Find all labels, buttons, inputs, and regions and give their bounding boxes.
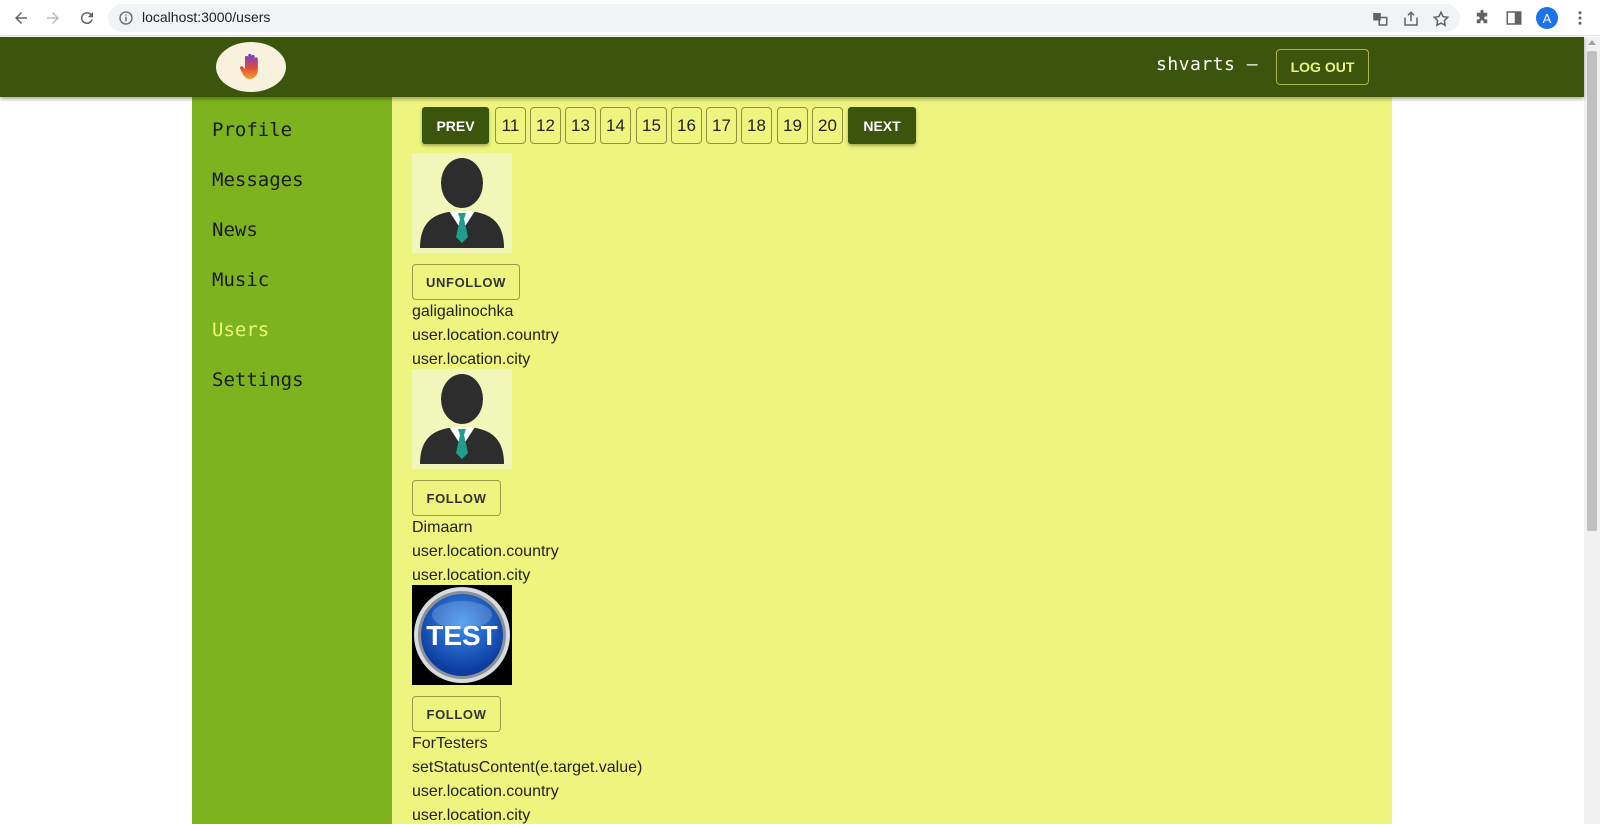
page-button[interactable]: 11 bbox=[495, 107, 526, 144]
browser-toolbar: localhost:3000/users A bbox=[0, 0, 1600, 36]
page-button[interactable]: 17 bbox=[706, 107, 737, 144]
page-button[interactable]: 13 bbox=[565, 107, 596, 144]
hand-icon bbox=[239, 53, 258, 79]
prev-page-button[interactable]: PREV bbox=[422, 107, 489, 144]
page-button[interactable]: 16 bbox=[671, 107, 702, 144]
follow-button[interactable]: FOLLOW bbox=[412, 480, 501, 516]
user-card: UNFOLLOW galigalinochka user.location.co… bbox=[412, 153, 559, 372]
scrollbar-thumb[interactable] bbox=[1587, 51, 1597, 531]
page-button[interactable]: 12 bbox=[530, 107, 561, 144]
user-country: user.location.country bbox=[412, 327, 559, 344]
info-icon[interactable] bbox=[118, 10, 134, 26]
address-bar[interactable]: localhost:3000/users bbox=[108, 4, 1460, 32]
side-panel-icon bbox=[1506, 11, 1522, 25]
back-button[interactable] bbox=[10, 7, 32, 29]
profile-avatar[interactable]: A bbox=[1536, 7, 1558, 29]
badge-text: TEST bbox=[426, 620, 498, 651]
next-page-button[interactable]: NEXT bbox=[848, 107, 916, 144]
reload-icon bbox=[80, 12, 93, 25]
user-card: FOLLOW Dimaarn user.location.country use… bbox=[412, 369, 559, 588]
translate-icon[interactable] bbox=[1371, 10, 1389, 28]
menu-button[interactable] bbox=[1570, 8, 1590, 28]
kebab-menu-icon bbox=[1578, 11, 1582, 25]
user-status: setStatusContent(e.target.value) bbox=[412, 759, 643, 776]
users-content: PREV 11 12 13 14 15 16 17 18 19 20 NEXT … bbox=[392, 97, 1392, 824]
user-name: ForTesters bbox=[412, 735, 488, 752]
user-country: user.location.country bbox=[412, 543, 559, 560]
follow-button[interactable]: FOLLOW bbox=[412, 696, 501, 732]
test-badge-image: TEST bbox=[414, 587, 510, 683]
forward-button[interactable] bbox=[42, 7, 64, 29]
page-button[interactable]: 14 bbox=[600, 107, 631, 144]
extensions-button[interactable] bbox=[1472, 8, 1492, 28]
star-icon[interactable] bbox=[1432, 10, 1450, 28]
user-name: Dimaarn bbox=[412, 519, 473, 536]
user-avatar[interactable] bbox=[412, 369, 512, 469]
user-country: user.location.country bbox=[412, 783, 559, 800]
page-button[interactable]: 15 bbox=[636, 107, 667, 144]
reload-button[interactable] bbox=[76, 7, 98, 29]
user-card: TEST FOLLOW ForTesters setStatusContent(… bbox=[412, 585, 642, 828]
logo[interactable] bbox=[216, 42, 286, 92]
user-avatar[interactable] bbox=[412, 153, 512, 253]
app-header: shvarts – LOG OUT bbox=[0, 37, 1584, 97]
user-city: user.location.city bbox=[412, 807, 531, 824]
side-panel-button[interactable] bbox=[1504, 8, 1524, 28]
page-button[interactable]: 20 bbox=[812, 107, 843, 144]
sidebar-item-music[interactable]: Music bbox=[212, 269, 269, 291]
user-avatar[interactable]: TEST bbox=[412, 585, 512, 685]
sidebar-item-news[interactable]: News bbox=[212, 219, 258, 241]
default-avatar-icon bbox=[420, 158, 504, 248]
page-scrollbar[interactable] bbox=[1584, 37, 1600, 824]
user-name: galigalinochka bbox=[412, 303, 514, 320]
arrow-right-icon bbox=[47, 12, 59, 24]
logout-button[interactable]: LOG OUT bbox=[1276, 49, 1369, 85]
page-button[interactable]: 18 bbox=[741, 107, 772, 144]
arrow-left-icon bbox=[15, 12, 27, 24]
url-text: localhost:3000/users bbox=[142, 9, 271, 25]
sidebar-nav: Profile Messages News Music Users Settin… bbox=[192, 97, 392, 824]
page-button[interactable]: 19 bbox=[777, 107, 808, 144]
default-avatar-icon bbox=[420, 374, 504, 464]
sidebar-item-messages[interactable]: Messages bbox=[212, 169, 304, 191]
puzzle-icon bbox=[1476, 9, 1488, 24]
sidebar-item-profile[interactable]: Profile bbox=[212, 119, 292, 141]
share-icon[interactable] bbox=[1402, 10, 1420, 28]
sidebar-item-settings[interactable]: Settings bbox=[212, 369, 304, 391]
sidebar-item-users[interactable]: Users bbox=[212, 319, 269, 341]
unfollow-button[interactable]: UNFOLLOW bbox=[412, 264, 520, 300]
current-username: shvarts – bbox=[1156, 54, 1259, 75]
scroll-up-arrow-icon[interactable] bbox=[1588, 40, 1596, 45]
